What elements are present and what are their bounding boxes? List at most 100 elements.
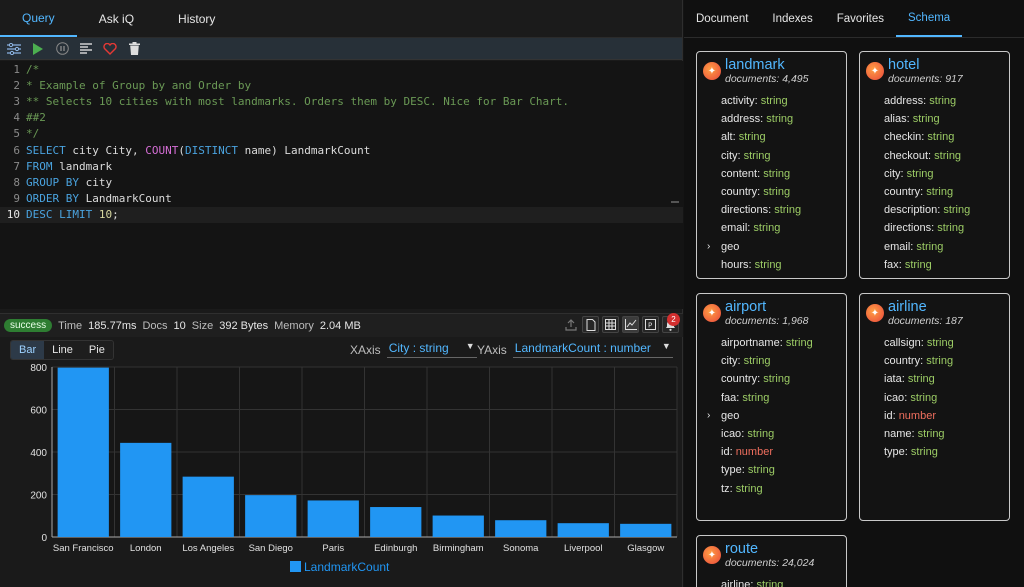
schema-field[interactable]: email: string	[703, 219, 840, 237]
schema-field[interactable]: icao: string	[703, 425, 840, 443]
collection-name[interactable]: route	[725, 542, 814, 557]
schema-field[interactable]: alias: string	[866, 110, 1003, 128]
schema-field[interactable]: city: string	[866, 165, 1003, 183]
schema-field[interactable]: hours: string	[703, 256, 840, 274]
memory-label: Memory	[274, 319, 314, 332]
schema-field[interactable]: › geo	[703, 407, 840, 425]
notifications-icon[interactable]: 2	[662, 313, 680, 333]
tab-indexes[interactable]: Indexes	[760, 0, 824, 37]
schema-field[interactable]: icao: string	[866, 389, 1003, 407]
tab-history[interactable]: History	[156, 0, 237, 37]
schema-field[interactable]: directions: string	[866, 219, 1003, 237]
schema-field[interactable]: fax: string	[866, 256, 1003, 274]
tab-schema[interactable]: Schema	[896, 0, 963, 37]
schema-field[interactable]: address: string	[866, 92, 1003, 110]
code-text: */	[26, 127, 39, 140]
plan-view-icon[interactable]: P	[642, 316, 659, 333]
bar-glasgow	[620, 523, 672, 537]
code-editor[interactable]: 1 /* 2 * Example of Group by and Order by 3 *…	[0, 61, 683, 309]
xaxis-select[interactable]: City : string ▼	[386, 341, 477, 358]
schema-field[interactable]: directions: string	[703, 201, 840, 219]
run-icon[interactable]	[30, 41, 46, 57]
schema-field[interactable]: email: string	[866, 238, 1003, 256]
tab-query[interactable]: Query	[0, 0, 77, 37]
chart-type-pie[interactable]: Pie	[80, 341, 113, 359]
schema-field[interactable]: city: string	[703, 147, 840, 165]
schema-field[interactable]: type: string	[866, 443, 1003, 461]
tab-ask-iq[interactable]: Ask iQ	[77, 0, 156, 37]
table-view-icon[interactable]	[602, 316, 619, 333]
collection-name[interactable]: hotel	[888, 58, 963, 73]
code-line[interactable]: 8 GROUP BY city	[0, 174, 683, 190]
chevron-down-icon: ▼	[661, 341, 671, 351]
schema-field[interactable]: airportname: string	[703, 334, 840, 352]
field-name: tz	[721, 482, 730, 495]
schema-field[interactable]: tz: string	[703, 480, 840, 498]
schema-field[interactable]: address: string	[703, 110, 840, 128]
schema-field[interactable]: alt: string	[703, 128, 840, 146]
code-line[interactable]: 1 /*	[0, 61, 683, 77]
schema-field[interactable]: › geo	[703, 238, 840, 256]
schema-field[interactable]: activity: string	[703, 92, 840, 110]
code-token: */	[26, 127, 40, 141]
chart-type-line[interactable]: Line	[44, 341, 81, 359]
field-name: fax	[884, 258, 899, 271]
tab-favorites[interactable]: Favorites	[825, 0, 896, 37]
chart-view-icon[interactable]	[622, 316, 639, 333]
xaxis-selector: XAxis City : string ▼	[350, 341, 477, 358]
field-type: string	[926, 185, 954, 198]
pause-icon[interactable]	[54, 41, 70, 57]
schema-field[interactable]: checkout: string	[866, 147, 1003, 165]
code-text: GROUP BY city	[26, 176, 112, 189]
schema-field[interactable]: airline: string	[703, 576, 840, 587]
code-token: (	[178, 143, 185, 157]
collection-name[interactable]: airport	[725, 300, 808, 315]
format-icon[interactable]	[78, 41, 94, 57]
schema-field[interactable]: id: number	[866, 407, 1003, 425]
export-icon[interactable]	[562, 316, 579, 333]
schema-field[interactable]: callsign: string	[866, 334, 1003, 352]
settings-sliders-icon[interactable]	[6, 41, 22, 57]
code-line[interactable]: 10 DESC LIMIT 10;	[0, 206, 683, 223]
yaxis-select[interactable]: LandmarkCount : number ▼	[512, 341, 673, 358]
trash-icon[interactable]	[126, 41, 142, 57]
schema-field[interactable]: id: number	[703, 443, 840, 461]
code-line[interactable]: 5 */	[0, 126, 683, 142]
schema-field[interactable]: content: string	[703, 165, 840, 183]
field-name: content	[721, 167, 758, 180]
schema-field[interactable]: type: string	[703, 461, 840, 479]
code-line[interactable]: 7 FROM landmark	[0, 158, 683, 174]
tab-document[interactable]: Document	[684, 0, 760, 37]
schema-field[interactable]: country: string	[703, 370, 840, 388]
collection-name[interactable]: landmark	[725, 58, 808, 73]
x-tick-label: Birmingham	[433, 543, 484, 554]
line-number: 7	[13, 159, 20, 173]
chevron-right-icon[interactable]: ›	[707, 238, 710, 256]
code-line[interactable]: 3 ** Selects 10 cities with most landmark…	[0, 93, 683, 109]
chevron-right-icon[interactable]: ›	[707, 407, 710, 425]
code-line[interactable]: 9 ORDER BY LandmarkCount	[0, 191, 683, 207]
field-name: faa	[721, 391, 737, 404]
schema-field[interactable]: checkin: string	[866, 128, 1003, 146]
schema-card-route: ✦ route documents: 24,024 airline: string	[696, 535, 847, 587]
schema-field[interactable]: country: string	[866, 183, 1003, 201]
schema-field[interactable]: city: string	[703, 352, 840, 370]
code-line[interactable]: 6 SELECT city City, COUNT(DISTINCT name) …	[0, 142, 683, 158]
schema-field[interactable]: name: string	[866, 425, 1003, 443]
schema-field[interactable]: country: string	[866, 352, 1003, 370]
editor-scroll-thumb[interactable]	[671, 201, 679, 203]
heart-icon[interactable]	[102, 41, 118, 57]
code-line[interactable]: 2 * Example of Group by and Order by	[0, 77, 683, 93]
json-view-icon[interactable]	[582, 316, 599, 333]
schema-field[interactable]: description: string	[866, 201, 1003, 219]
chart-type-bar[interactable]: Bar	[11, 341, 45, 359]
collection-name[interactable]: airline	[888, 300, 963, 315]
x-tick-label: Paris	[322, 543, 344, 554]
yaxis-selector: YAxis LandmarkCount : number ▼	[477, 341, 673, 358]
field-name: iata	[884, 373, 902, 386]
schema-field[interactable]: faa: string	[703, 389, 840, 407]
schema-field[interactable]: country: string	[703, 183, 840, 201]
schema-field[interactable]: iata: string	[866, 370, 1003, 388]
y-tick-label: 0	[41, 533, 47, 544]
code-line[interactable]: 4 ##2	[0, 110, 683, 126]
